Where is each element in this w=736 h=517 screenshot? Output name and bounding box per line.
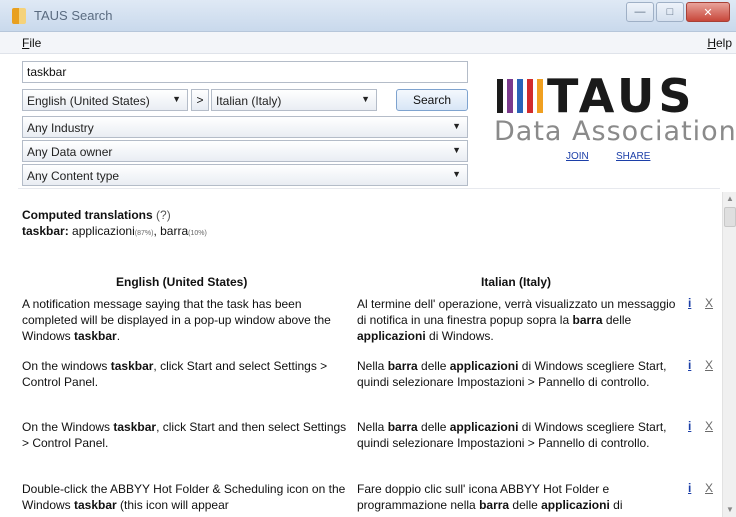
remove-link[interactable]: X — [705, 358, 713, 372]
target-segment: Nella barra delle applicazioni di Window… — [357, 419, 677, 451]
highlighted-term: applicazioni — [449, 359, 519, 373]
segment-text: On the windows — [22, 359, 111, 373]
share-link[interactable]: SHARE — [616, 151, 650, 162]
highlighted-term: taskbar — [113, 420, 157, 434]
chevron-down-icon: ▼ — [172, 94, 181, 104]
chevron-down-icon: ▼ — [452, 145, 461, 155]
source-language-value: English (United States) — [27, 94, 150, 108]
segment-text: di Windows. — [425, 329, 494, 343]
highlighted-term: applicazioni — [541, 498, 610, 512]
highlighted-term: barra — [572, 313, 603, 327]
computed-term: taskbar: — [22, 224, 69, 238]
scroll-down-arrow-icon[interactable]: ▼ — [723, 503, 736, 517]
app-icon — [12, 8, 26, 24]
target-language-select[interactable]: Italian (Italy) ▼ — [211, 89, 377, 111]
segment-text: . — [116, 329, 121, 343]
search-button[interactable]: Search — [396, 89, 468, 111]
column-header-target: Italian (Italy) — [481, 275, 552, 289]
vertical-scrollbar[interactable]: ▲ ▼ — [722, 192, 736, 517]
help-link[interactable]: (?) — [156, 208, 171, 222]
computed-title-text: Computed translations — [22, 208, 153, 222]
source-segment: On the Windows taskbar, click Start and … — [22, 419, 352, 451]
computed-translation-2-pct: (10%) — [188, 230, 207, 237]
logo-wordmark: TAUS — [547, 69, 696, 123]
chevron-down-icon: ▼ — [452, 121, 461, 131]
join-link[interactable]: JOIN — [566, 151, 589, 162]
remove-link[interactable]: X — [705, 296, 713, 310]
close-button[interactable]: ✕ — [686, 2, 730, 22]
industry-select[interactable]: Any Industry ▼ — [22, 116, 468, 138]
segment-text: delle — [602, 313, 632, 327]
info-link[interactable]: i — [688, 296, 691, 310]
source-segment: On the windows taskbar, click Start and … — [22, 358, 352, 390]
highlighted-term: taskbar — [74, 329, 117, 343]
menu-help[interactable]: Help — [707, 36, 732, 50]
content-type-select[interactable]: Any Content type ▼ — [22, 164, 468, 186]
highlighted-term: taskbar — [110, 359, 154, 373]
source-segment: Double-click the ABBYY Hot Folder & Sche… — [22, 481, 352, 513]
segment-text: A notification message saying that the t… — [22, 297, 331, 343]
menu-file[interactable]: File — [22, 36, 41, 50]
target-language-value: Italian (Italy) — [216, 94, 282, 108]
segment-text: On the Windows — [22, 420, 114, 434]
window-controls: — □ ✕ — [626, 2, 730, 22]
swap-languages-button[interactable]: > — [191, 89, 209, 111]
target-segment: Nella barra delle applicazioni di Window… — [357, 358, 677, 390]
highlighted-term: applicazioni — [357, 329, 426, 343]
highlighted-term: applicazioni — [449, 420, 519, 434]
segment-text: delle — [417, 359, 450, 373]
logo-bars-icon — [497, 79, 543, 113]
segment-text: di — [609, 498, 623, 512]
remove-link[interactable]: X — [705, 481, 713, 495]
info-link[interactable]: i — [688, 358, 691, 372]
segment-text: delle — [417, 420, 450, 434]
data-owner-select[interactable]: Any Data owner ▼ — [22, 140, 468, 162]
highlighted-term: taskbar — [74, 498, 117, 512]
segment-text: delle — [509, 498, 542, 512]
content-type-value: Any Content type — [27, 169, 120, 183]
target-segment: Al termine dell' operazione, verrà visua… — [357, 296, 677, 344]
highlighted-term: barra — [387, 420, 418, 434]
segment-text: Nella — [357, 359, 388, 373]
scroll-up-arrow-icon[interactable]: ▲ — [723, 192, 736, 206]
computed-translation-1: applicazioni — [72, 224, 135, 238]
logo-bar — [497, 79, 503, 113]
segment-text: (this icon will appear — [116, 498, 229, 512]
highlighted-term: barra — [479, 498, 510, 512]
chevron-down-icon: ▼ — [361, 94, 370, 104]
source-language-select[interactable]: English (United States) ▼ — [22, 89, 188, 111]
maximize-button[interactable]: □ — [656, 2, 684, 22]
divider — [18, 188, 720, 189]
menu-bar: File Help — [0, 32, 736, 54]
computed-translation-2: barra — [160, 224, 189, 238]
logo-bar — [527, 79, 533, 113]
search-input[interactable] — [22, 61, 468, 83]
highlighted-term: barra — [387, 359, 418, 373]
computed-translation-1-pct: (87%) — [134, 230, 154, 237]
logo-bar — [507, 79, 513, 113]
window-title: TAUS Search — [34, 8, 113, 23]
info-link[interactable]: i — [688, 419, 691, 433]
info-link[interactable]: i — [688, 481, 691, 495]
segment-text: Nella — [357, 420, 388, 434]
chevron-down-icon: ▼ — [452, 169, 461, 179]
logo-subtitle: Data Association — [494, 116, 736, 147]
scroll-thumb[interactable] — [724, 207, 736, 227]
column-header-source: English (United States) — [116, 275, 248, 289]
target-segment: Fare doppio clic sull' icona ABBYY Hot F… — [357, 481, 677, 513]
industry-value: Any Industry — [27, 121, 94, 135]
source-segment: A notification message saying that the t… — [22, 296, 352, 344]
computed-line: taskbar: applicazioni(87%), barra(10%) — [22, 224, 207, 238]
computed-title: Computed translations (?) — [22, 208, 171, 222]
remove-link[interactable]: X — [705, 419, 713, 433]
logo-bar — [517, 79, 523, 113]
data-owner-value: Any Data owner — [27, 145, 113, 159]
title-bar: TAUS Search — □ ✕ — [0, 0, 736, 32]
minimize-button[interactable]: — — [626, 2, 654, 22]
logo-bar — [537, 79, 543, 113]
